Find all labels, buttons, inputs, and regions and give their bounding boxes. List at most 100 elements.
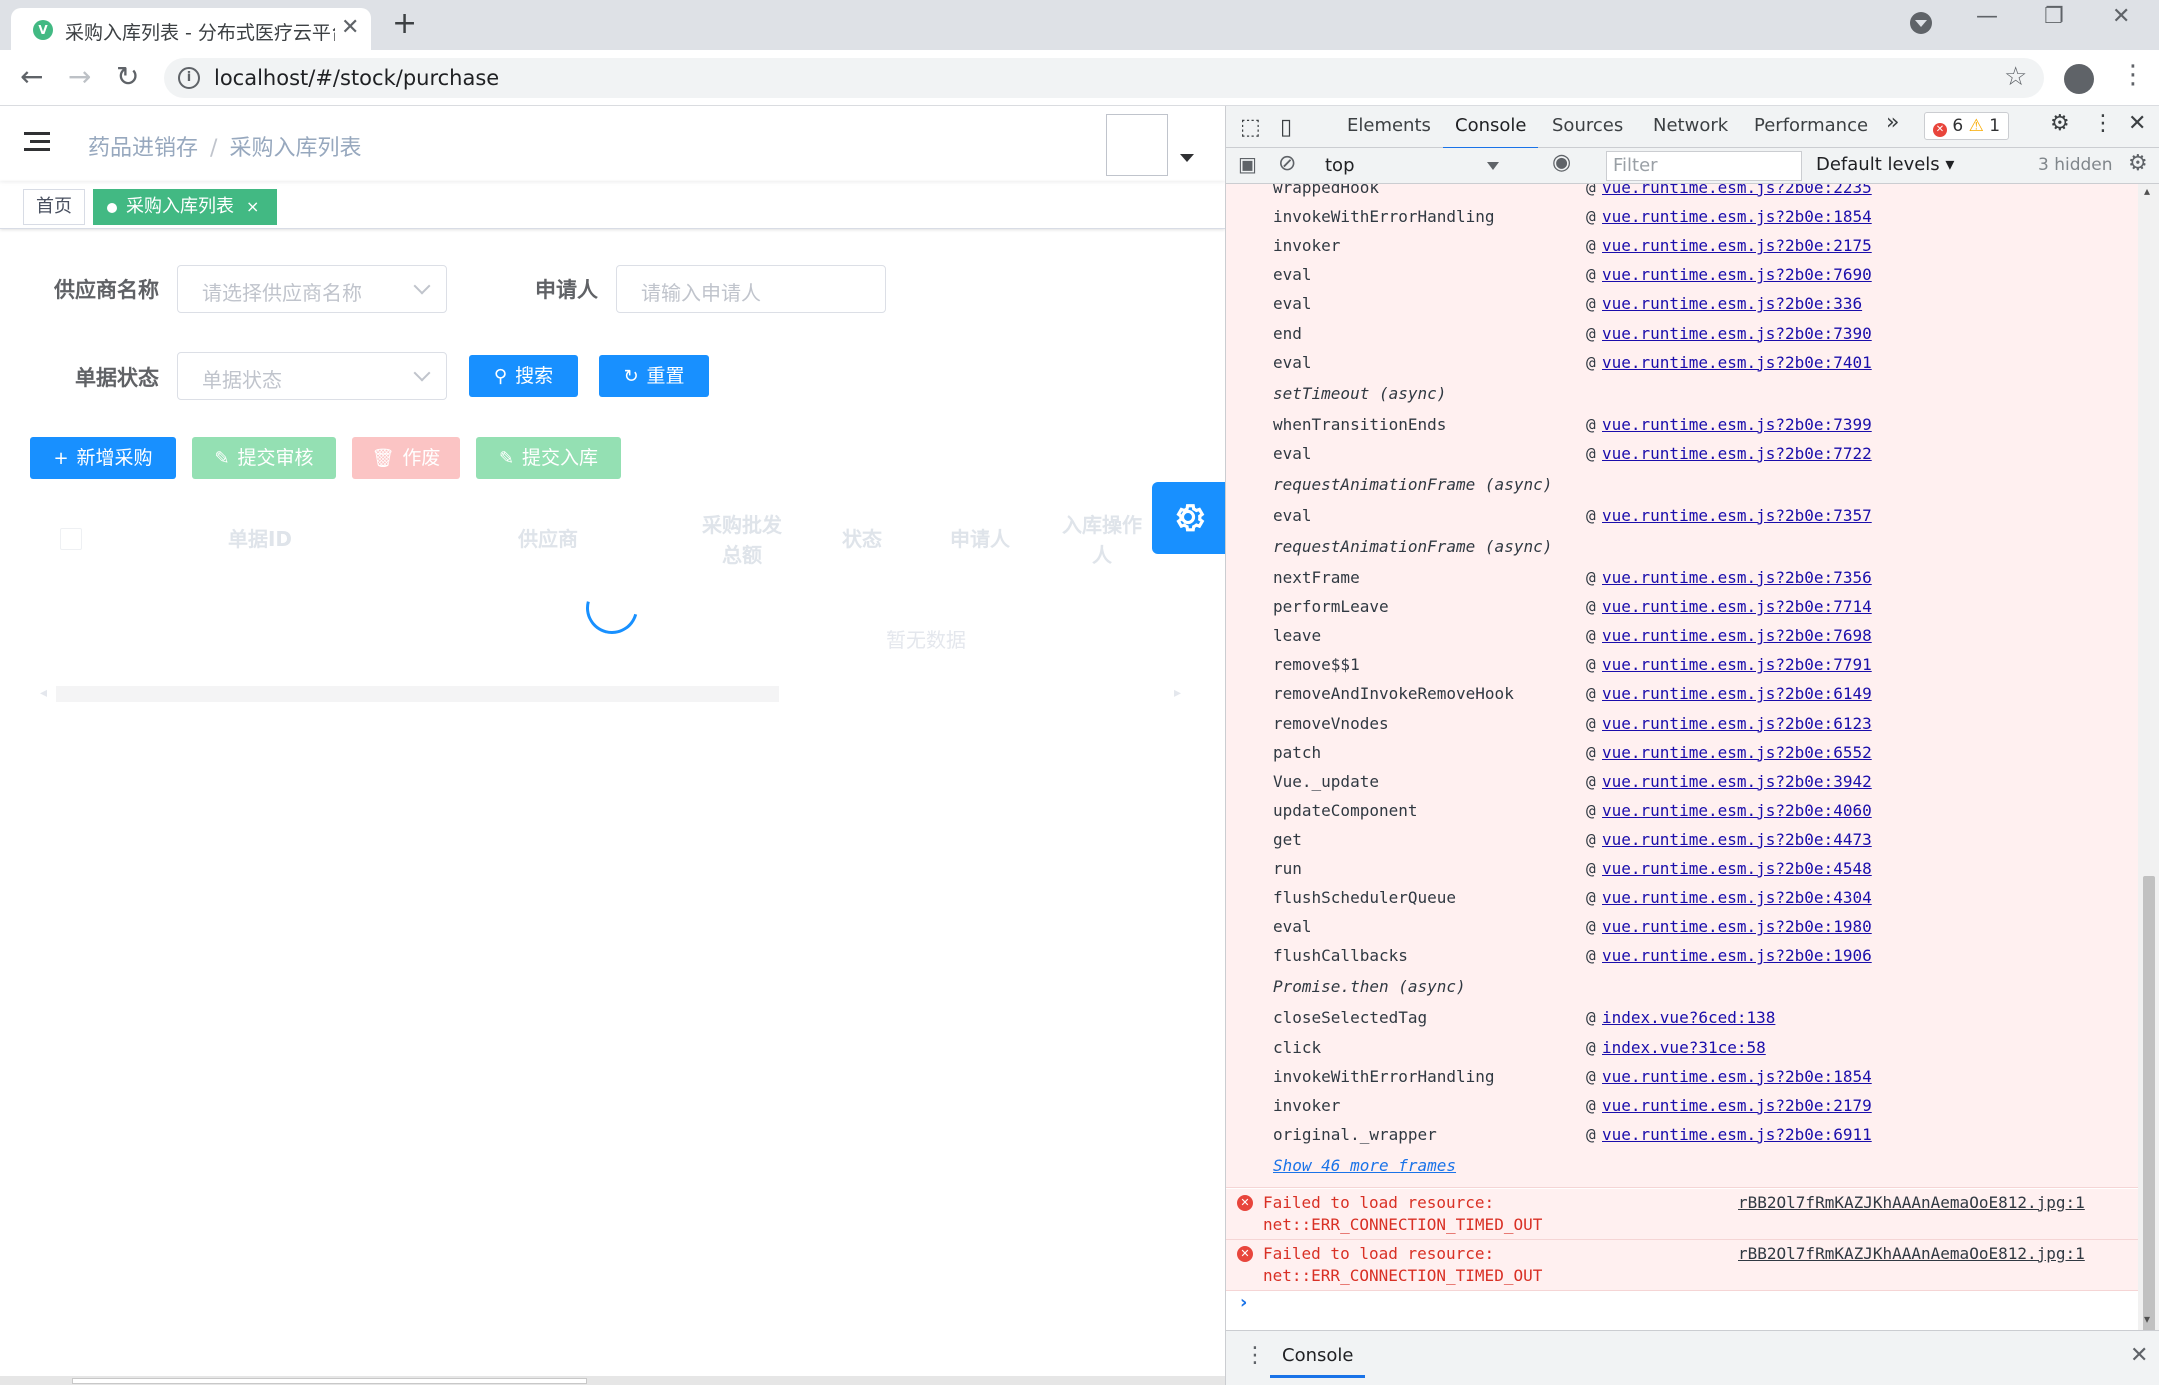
frame-source-link[interactable]: vue.runtime.esm.js?2b0e:7722 <box>1602 444 1872 463</box>
frame-source-link[interactable]: vue.runtime.esm.js?2b0e:4304 <box>1602 888 1872 907</box>
frame-source-link[interactable]: vue.runtime.esm.js?2b0e:6911 <box>1602 1125 1872 1144</box>
browser-tab[interactable]: V 采购入库列表 - 分布式医疗云平台 ✕ <box>11 8 371 50</box>
tab-console[interactable]: Console <box>1442 115 1540 150</box>
devtools-menu-icon[interactable]: ⋮ <box>2092 111 2114 136</box>
error-source-link[interactable]: rBB2Ol7fRmKAZJKhAAAnAemaOoE812.jpg:1 <box>1738 1244 2085 1263</box>
breadcrumb-item[interactable]: 药品进销存 <box>88 136 198 161</box>
tab-search-icon[interactable] <box>1910 12 1932 34</box>
frame-source-link[interactable]: vue.runtime.esm.js?2b0e:4473 <box>1602 830 1872 849</box>
status-select[interactable]: 单据状态 <box>177 352 447 400</box>
tab-close-icon[interactable]: ✕ <box>341 15 359 40</box>
console-settings-icon[interactable]: ⚙ <box>2128 151 2148 176</box>
frame-source-link[interactable]: vue.runtime.esm.js?2b0e:2179 <box>1602 1096 1872 1115</box>
submit-stock-button[interactable]: ✎ 提交入库 <box>476 437 621 479</box>
drawer-close-icon[interactable]: ✕ <box>2130 1343 2148 1368</box>
profile-avatar-icon[interactable] <box>2064 64 2094 94</box>
reload-icon[interactable]: ↻ <box>116 60 139 93</box>
void-button[interactable]: 🗑 作废 <box>352 437 460 479</box>
forward-arrow-icon[interactable]: → <box>68 60 91 93</box>
console-scrollbar[interactable]: ▴ ▾ <box>2138 184 2159 1385</box>
console-scrollbar-thumb[interactable] <box>2143 876 2155 1385</box>
minimize-icon[interactable]: — <box>1976 4 1998 29</box>
back-arrow-icon[interactable]: ← <box>20 60 43 93</box>
tab-performance[interactable]: Performance <box>1754 115 1868 136</box>
applicant-input[interactable]: 请输入申请人 <box>616 265 886 313</box>
frame-source-link[interactable]: vue.runtime.esm.js?2b0e:336 <box>1602 294 1862 313</box>
clear-console-icon[interactable]: ⊘ <box>1278 151 1296 176</box>
frame-source-link[interactable]: vue.runtime.esm.js?2b0e:2175 <box>1602 236 1872 255</box>
live-expression-eye-icon[interactable]: ◉ <box>1552 150 1571 175</box>
scroll-up-icon[interactable]: ▴ <box>2144 184 2150 198</box>
frame-source-link[interactable]: vue.runtime.esm.js?2b0e:7399 <box>1602 415 1872 434</box>
frame-source-link[interactable]: vue.runtime.esm.js?2b0e:7791 <box>1602 655 1872 674</box>
tag-purchase-list[interactable]: 采购入库列表 × <box>93 189 277 225</box>
submit-audit-button[interactable]: ✎ 提交审核 <box>192 437 336 479</box>
console-filter-input[interactable]: Filter <box>1606 151 1802 181</box>
frame-source-link[interactable]: vue.runtime.esm.js?2b0e:1854 <box>1602 207 1872 226</box>
console-prompt-icon[interactable]: › <box>1240 1292 1247 1313</box>
table-horizontal-scrollbar[interactable] <box>56 686 779 702</box>
drawer-menu-icon[interactable]: ⋮ <box>1244 1343 1266 1368</box>
more-tabs-icon[interactable]: » <box>1886 110 1899 135</box>
window-close-icon[interactable]: ✕ <box>2112 4 2130 29</box>
frame-source-link[interactable]: vue.runtime.esm.js?2b0e:4548 <box>1602 859 1872 878</box>
context-select[interactable]: top <box>1325 152 1503 180</box>
tab-elements[interactable]: Elements <box>1347 115 1431 136</box>
bookmark-star-icon[interactable]: ☆ <box>2004 62 2027 92</box>
frame-source-link[interactable]: vue.runtime.esm.js?2b0e:7714 <box>1602 597 1872 616</box>
search-button[interactable]: ⚲ 搜索 <box>469 355 578 397</box>
scroll-down-icon[interactable]: ▾ <box>2144 1312 2150 1326</box>
tab-sources[interactable]: Sources <box>1552 115 1623 136</box>
tab-network[interactable]: Network <box>1653 115 1728 136</box>
frame-source-link[interactable]: vue.runtime.esm.js?2b0e:7356 <box>1602 568 1872 587</box>
frame-source-link[interactable]: vue.runtime.esm.js?2b0e:7698 <box>1602 626 1872 645</box>
frame-source-link[interactable]: vue.runtime.esm.js?2b0e:7357 <box>1602 506 1872 525</box>
url-text[interactable]: localhost/#/stock/purchase <box>214 66 499 90</box>
settings-gear-button[interactable] <box>1152 482 1225 554</box>
browser-tab-title: 采购入库列表 - 分布式医疗云平台 <box>65 22 335 44</box>
frame-source-link[interactable]: vue.runtime.esm.js?2b0e:4060 <box>1602 801 1872 820</box>
frame-source-link[interactable]: vue.runtime.esm.js?2b0e:7390 <box>1602 324 1872 343</box>
restore-icon[interactable]: ❐ <box>2044 4 2064 29</box>
scrollbar-thumb[interactable] <box>72 1378 587 1384</box>
omnibox[interactable]: i localhost/#/stock/purchase ☆ <box>164 58 2044 98</box>
page-bottom-scrollbar[interactable] <box>0 1376 1225 1385</box>
chrome-menu-icon[interactable]: ⋮ <box>2120 60 2146 90</box>
add-purchase-button[interactable]: + 新增采购 <box>30 437 176 479</box>
inspect-element-icon[interactable]: ⬚ <box>1240 115 1261 140</box>
device-toolbar-icon[interactable]: ▯ <box>1280 115 1292 140</box>
error-source-link[interactable]: rBB2Ol7fRmKAZJKhAAAnAemaOoE812.jpg:1 <box>1738 1193 2085 1212</box>
user-avatar[interactable] <box>1106 114 1168 176</box>
frame-source-link[interactable]: vue.runtime.esm.js?2b0e:6552 <box>1602 743 1872 762</box>
scroll-left-icon[interactable]: ◂ <box>40 685 47 701</box>
frame-source-link[interactable]: vue.runtime.esm.js?2b0e:7690 <box>1602 265 1872 284</box>
tag-close-icon[interactable]: × <box>246 190 259 224</box>
applicant-label: 申请人 <box>535 278 598 302</box>
frame-source-link[interactable]: vue.runtime.esm.js?2b0e:1980 <box>1602 917 1872 936</box>
site-info-icon[interactable]: i <box>178 67 200 89</box>
supplier-select[interactable]: 请选择供应商名称 <box>177 265 447 313</box>
select-all-checkbox[interactable] <box>60 528 82 550</box>
reset-button[interactable]: ↻ 重置 <box>599 355 709 397</box>
devtools-settings-icon[interactable]: ⚙ <box>2050 111 2070 136</box>
issue-counter[interactable]: ✕ 6 ⚠ 1 <box>1924 112 2010 140</box>
frame-source-link[interactable]: vue.runtime.esm.js?2b0e:6123 <box>1602 714 1872 733</box>
frame-source-link[interactable]: vue.runtime.esm.js?2b0e:2235 <box>1602 184 1872 197</box>
scroll-right-icon[interactable]: ▸ <box>1174 685 1181 701</box>
hamburger-menu-icon[interactable] <box>24 130 50 154</box>
frame-source-link[interactable]: vue.runtime.esm.js?2b0e:1854 <box>1602 1067 1872 1086</box>
frame-source-link[interactable]: vue.runtime.esm.js?2b0e:3942 <box>1602 772 1872 791</box>
new-tab-icon[interactable]: + <box>392 6 417 41</box>
frame-source-link[interactable]: vue.runtime.esm.js?2b0e:1906 <box>1602 946 1872 965</box>
show-more-frames-link[interactable]: Show 46 more frames <box>1273 1156 1456 1175</box>
frame-source-link[interactable]: vue.runtime.esm.js?2b0e:7401 <box>1602 353 1872 372</box>
sidebar-toggle-icon[interactable]: ▣ <box>1238 152 1257 176</box>
tag-home[interactable]: 首页 <box>23 189 85 225</box>
caret-down-icon[interactable] <box>1180 154 1194 162</box>
drawer-tab-console[interactable]: Console <box>1269 1345 1367 1378</box>
devtools-close-icon[interactable]: ✕ <box>2128 111 2146 136</box>
frame-source-link[interactable]: vue.runtime.esm.js?2b0e:6149 <box>1602 684 1872 703</box>
frame-source-link[interactable]: index.vue?31ce:58 <box>1602 1038 1766 1057</box>
frame-source-link[interactable]: index.vue?6ced:138 <box>1602 1008 1775 1027</box>
log-levels-dropdown[interactable]: Default levels ▾ <box>1816 154 1954 175</box>
